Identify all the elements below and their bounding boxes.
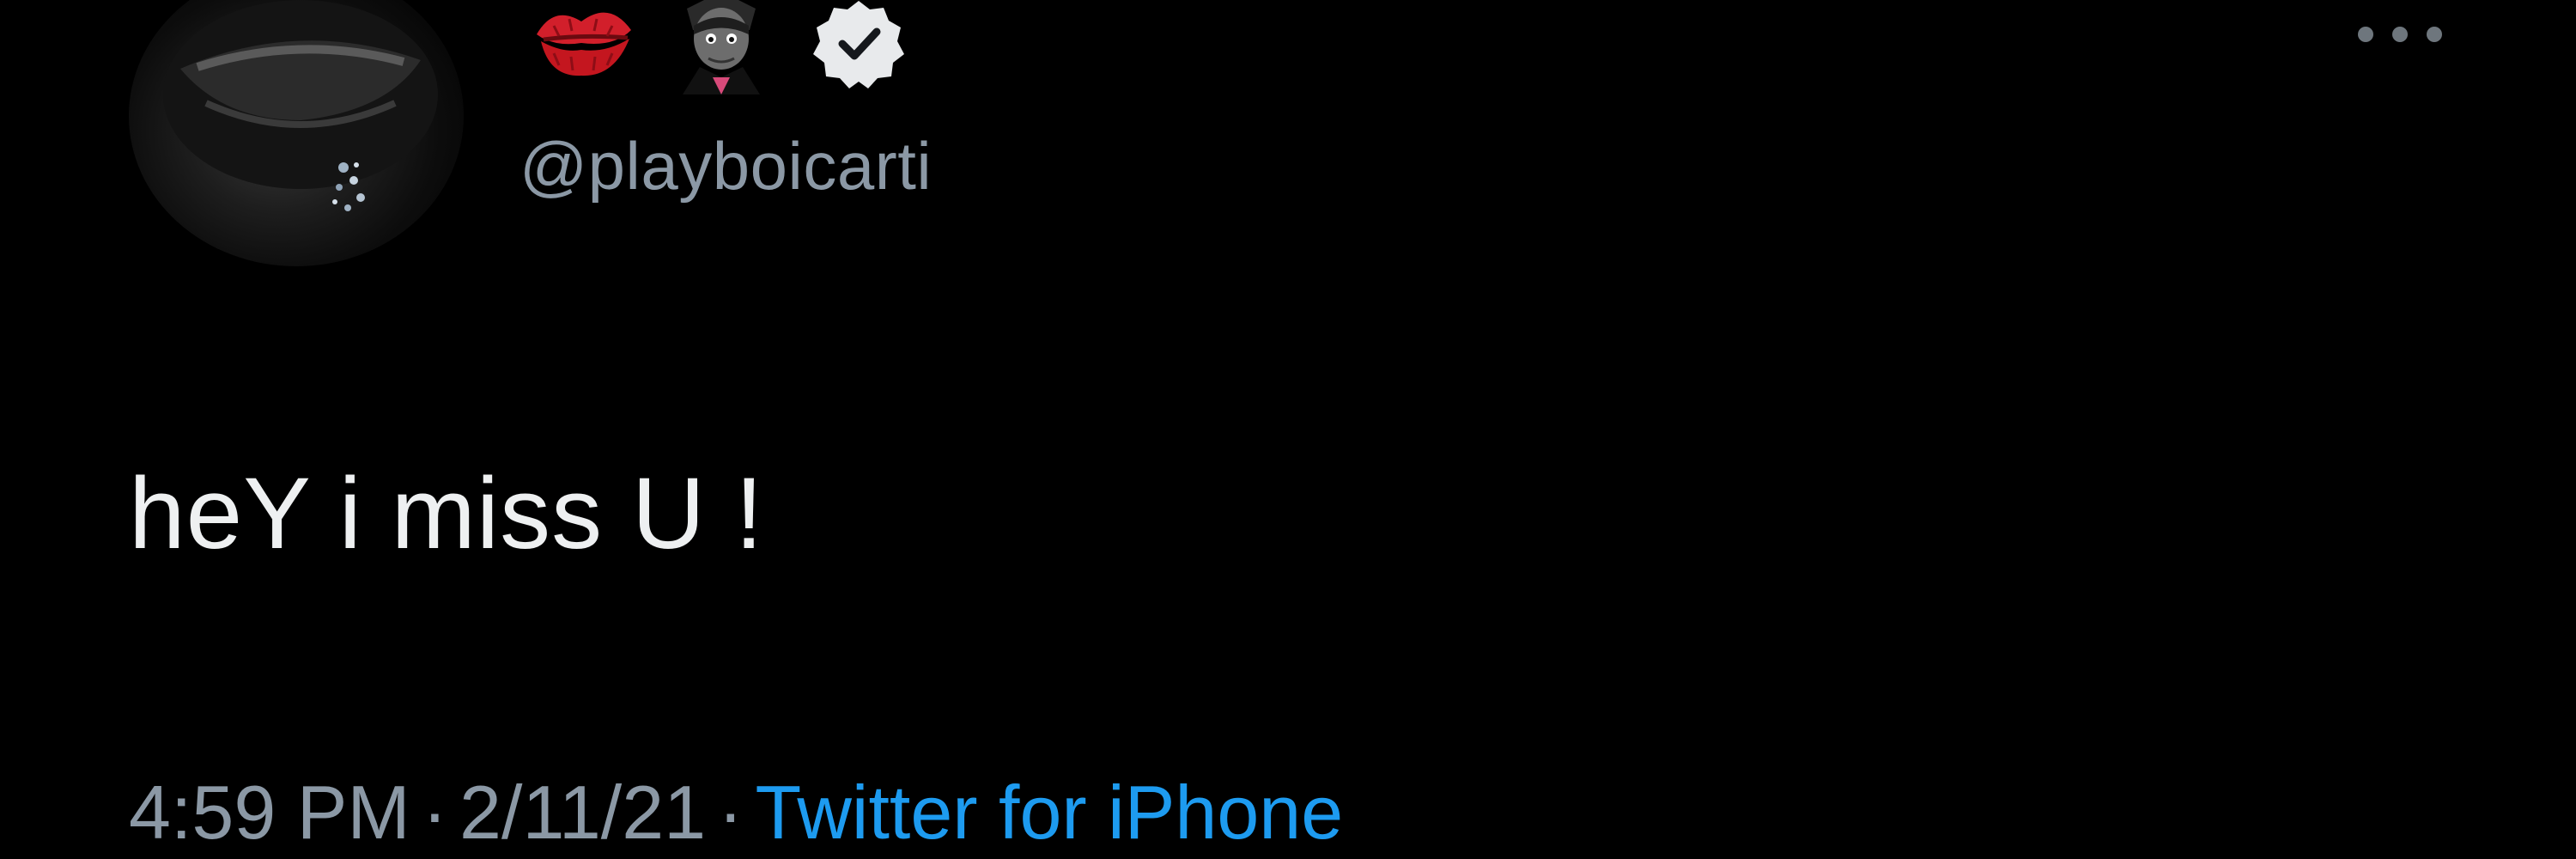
avatar[interactable] xyxy=(129,0,464,266)
tweet-metadata: 4:59 PM · 2/11/21 · Twitter for iPhone xyxy=(129,769,1343,856)
tweet-time[interactable]: 4:59 PM xyxy=(129,770,410,855)
user-handle[interactable]: @playboicarti xyxy=(519,127,932,205)
separator: · xyxy=(422,770,448,855)
tweet: @playboicarti heY i miss U ! 4:59 PM · 2/1… xyxy=(0,0,2576,859)
more-options-icon[interactable] xyxy=(2348,13,2451,56)
vampire-icon xyxy=(674,0,769,94)
tweet-date[interactable]: 2/11/21 xyxy=(459,770,706,855)
verified-badge-icon xyxy=(811,0,906,90)
tweet-source-link[interactable]: Twitter for iPhone xyxy=(755,770,1343,855)
tweet-text: heY i miss U ! xyxy=(129,457,764,570)
separator: · xyxy=(718,770,744,855)
kiss-mark-icon xyxy=(528,0,640,82)
